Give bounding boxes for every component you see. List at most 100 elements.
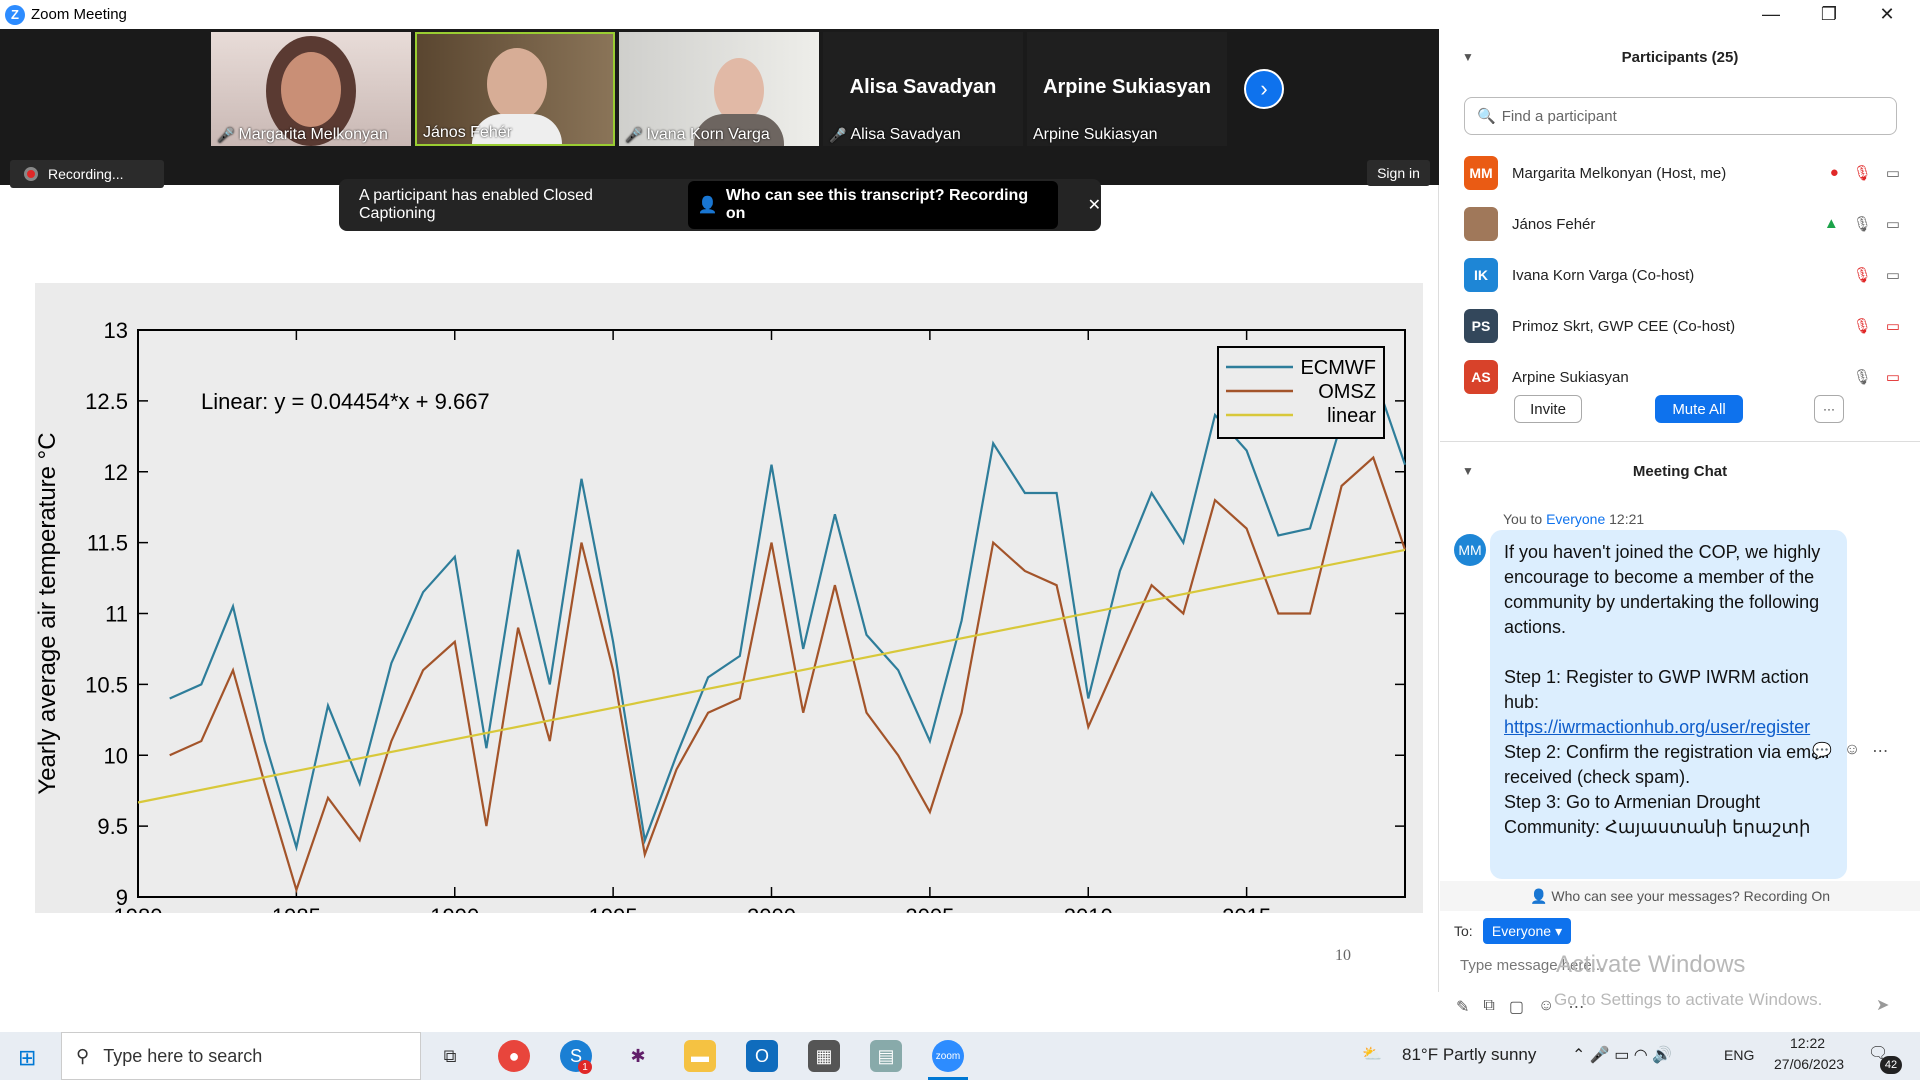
slide-page-number: 10: [1335, 947, 1351, 964]
participant-search-input[interactable]: 🔍 Find a participant: [1464, 97, 1897, 135]
mute-all-button[interactable]: Mute All: [1655, 395, 1743, 423]
x-tick-label: 1995: [589, 904, 638, 913]
x-tick-label: 1980: [114, 904, 163, 913]
sign-in-button[interactable]: Sign in: [1367, 160, 1430, 186]
slack-icon[interactable]: ✱: [622, 1040, 654, 1072]
video-big-name: Arpine Sukiasyan: [1043, 76, 1211, 98]
send-icon[interactable]: ➤: [1876, 995, 1889, 1015]
video-tile-alisa[interactable]: Alisa Savadyan 🎤 Alisa Savadyan: [823, 32, 1023, 146]
collapse-icon[interactable]: ▼: [1462, 464, 1474, 478]
chat-link[interactable]: https://iwrmactionhub.org/user/register: [1504, 717, 1810, 737]
camera-icon[interactable]: ▭: [1886, 164, 1900, 182]
camera-icon[interactable]: ▭: [1886, 368, 1900, 386]
participant-row[interactable]: János Fehér ▲ 🎙 ▭: [1464, 204, 1904, 244]
message-actions: 💬 ☺ ⋯: [1812, 741, 1888, 761]
close-banner-button[interactable]: ✕: [1088, 195, 1101, 215]
chrome-icon[interactable]: ●: [498, 1040, 530, 1072]
chat-privacy-notice[interactable]: 👤 Who can see your messages? Recording O…: [1440, 881, 1920, 911]
legend-label: ECMWF: [1300, 357, 1376, 379]
video-tile-margarita[interactable]: 🎤 Margarita Melkonyan: [211, 32, 411, 146]
chat-toolbar: ✎ ⧉ ▢ ☺ ⋯: [1456, 997, 1584, 1017]
file-explorer-icon[interactable]: ▬: [684, 1040, 716, 1072]
participant-row[interactable]: IK Ivana Korn Varga (Co-host) 🎙 ▭: [1464, 255, 1904, 295]
recording-indicator[interactable]: Recording...: [10, 160, 164, 188]
video-tile-ivana[interactable]: 🎤 Ivana Korn Varga: [619, 32, 819, 146]
main-view: 🎤 Margarita Melkonyan János Fehér 🎤 Ivana …: [0, 29, 1439, 992]
zoom-taskbar-icon[interactable]: zoom: [932, 1040, 964, 1072]
clock-date[interactable]: 27/06/2023: [1774, 1056, 1844, 1072]
chat-message[interactable]: If you haven't joined the COP, we highly…: [1490, 530, 1847, 879]
x-tick-label: 2010: [1064, 904, 1113, 913]
close-button[interactable]: ✕: [1858, 0, 1916, 29]
microphone-icon[interactable]: 🎙: [1853, 215, 1872, 233]
chat-text-4: Step 3: Go to Armenian Drought Community…: [1504, 792, 1811, 837]
chat-to-link[interactable]: Everyone: [1546, 511, 1605, 527]
more-options-button[interactable]: ···: [1814, 395, 1844, 423]
y-tick-label: 10: [104, 743, 128, 768]
more-icon[interactable]: ⋯: [1872, 741, 1888, 761]
chat-text-1: If you haven't joined the COP, we highly…: [1504, 542, 1821, 637]
chat-header: ▼ Meeting Chat: [1440, 451, 1920, 491]
more-icon[interactable]: ⋯: [1568, 997, 1584, 1017]
restore-button[interactable]: ❐: [1800, 0, 1858, 29]
task-view-icon[interactable]: ⧉: [434, 1040, 466, 1072]
tray-icons[interactable]: ⌃ 🎤 ▭ ◠ 🔊: [1572, 1045, 1672, 1065]
caption-banner: A participant has enabled Closed Caption…: [339, 179, 1101, 231]
participant-row[interactable]: AS Arpine Sukiasyan 🎙 ▭: [1464, 357, 1904, 397]
network-tool-icon[interactable]: ▤: [870, 1040, 902, 1072]
microphone-icon[interactable]: 🎙: [1853, 164, 1872, 182]
clock-time[interactable]: 12:22: [1790, 1035, 1825, 1051]
windows-start-icon[interactable]: ⊞: [18, 1045, 36, 1071]
outlook-icon[interactable]: O: [746, 1040, 778, 1072]
equation-annotation: Linear: y = 0.04454*x + 9.667: [201, 389, 490, 414]
language-indicator[interactable]: ENG: [1724, 1047, 1754, 1063]
camera-icon[interactable]: ▭: [1886, 215, 1900, 233]
taskbar-search-placeholder: Type here to search: [103, 1045, 263, 1066]
participant-avatar: MM: [1464, 156, 1498, 190]
format-icon[interactable]: ✎: [1456, 997, 1469, 1017]
minimize-button[interactable]: —: [1742, 0, 1800, 29]
microphone-icon[interactable]: 🎙: [1853, 266, 1872, 284]
next-videos-button[interactable]: ›: [1244, 69, 1284, 109]
participant-status-icons: 🎙 ▭: [1839, 317, 1900, 335]
search-icon: ⚲: [76, 1045, 90, 1066]
invite-button[interactable]: Invite: [1514, 395, 1582, 423]
participant-row[interactable]: PS Primoz Skrt, GWP CEE (Co-host) 🎙 ▭: [1464, 306, 1904, 346]
transcript-info-button[interactable]: 👤 Who can see this transcript? Recording …: [687, 181, 1058, 229]
chat-text-2: Step 1: Register to GWP IWRM action hub:: [1504, 667, 1809, 712]
file-icon[interactable]: ▢: [1509, 997, 1524, 1017]
search-placeholder: Find a participant: [1501, 107, 1617, 125]
taskbar-search[interactable]: ⚲ Type here to search: [61, 1032, 421, 1080]
emoji-react-icon[interactable]: ☺: [1844, 741, 1860, 761]
camera-icon[interactable]: ▭: [1886, 317, 1900, 335]
shared-slide-chart: 99.51010.51111.51212.5131980198519901995…: [34, 283, 1423, 929]
weather-text[interactable]: 81°F Partly sunny: [1402, 1045, 1536, 1065]
video-name: Arpine Sukiasyan: [1033, 126, 1158, 143]
weather-icon[interactable]: ⛅: [1362, 1044, 1382, 1064]
video-tile-janos[interactable]: János Fehér: [415, 32, 615, 146]
record-icon: [24, 167, 38, 181]
side-panel: ▼ Participants (25) 🔍 Find a participant…: [1440, 29, 1920, 1031]
to-label: To:: [1454, 923, 1473, 939]
microphone-icon[interactable]: 🎙: [1853, 317, 1872, 335]
video-tile-arpine[interactable]: Arpine Sukiasyan Arpine Sukiasyan: [1027, 32, 1227, 146]
legend-label: OMSZ: [1318, 381, 1376, 403]
participant-row[interactable]: MM Margarita Melkonyan (Host, me) ● 🎙 ▭: [1464, 153, 1904, 193]
y-tick-label: 13: [104, 318, 128, 343]
recording-label: Recording...: [48, 166, 124, 182]
reply-icon[interactable]: 💬: [1812, 741, 1832, 761]
recipient-select[interactable]: Everyone ▾: [1483, 918, 1571, 944]
camera-icon[interactable]: ▭: [1886, 266, 1900, 284]
microphone-icon[interactable]: 🎙: [1853, 368, 1872, 386]
collapse-icon[interactable]: ▼: [1462, 50, 1474, 64]
screenshot-icon[interactable]: ⧉: [1483, 997, 1494, 1017]
participant-avatar: IK: [1464, 258, 1498, 292]
calculator-icon[interactable]: ▦: [808, 1040, 840, 1072]
recipient-value: Everyone: [1491, 923, 1552, 939]
video-name: János Fehér: [423, 124, 512, 141]
chevron-down-icon: ▾: [1555, 922, 1563, 939]
window-title: Zoom Meeting: [31, 6, 127, 23]
participant-name: Arpine Sukiasyan: [1512, 368, 1629, 386]
emoji-icon[interactable]: ☺: [1538, 997, 1554, 1017]
y-tick-label: 11.5: [87, 531, 128, 556]
